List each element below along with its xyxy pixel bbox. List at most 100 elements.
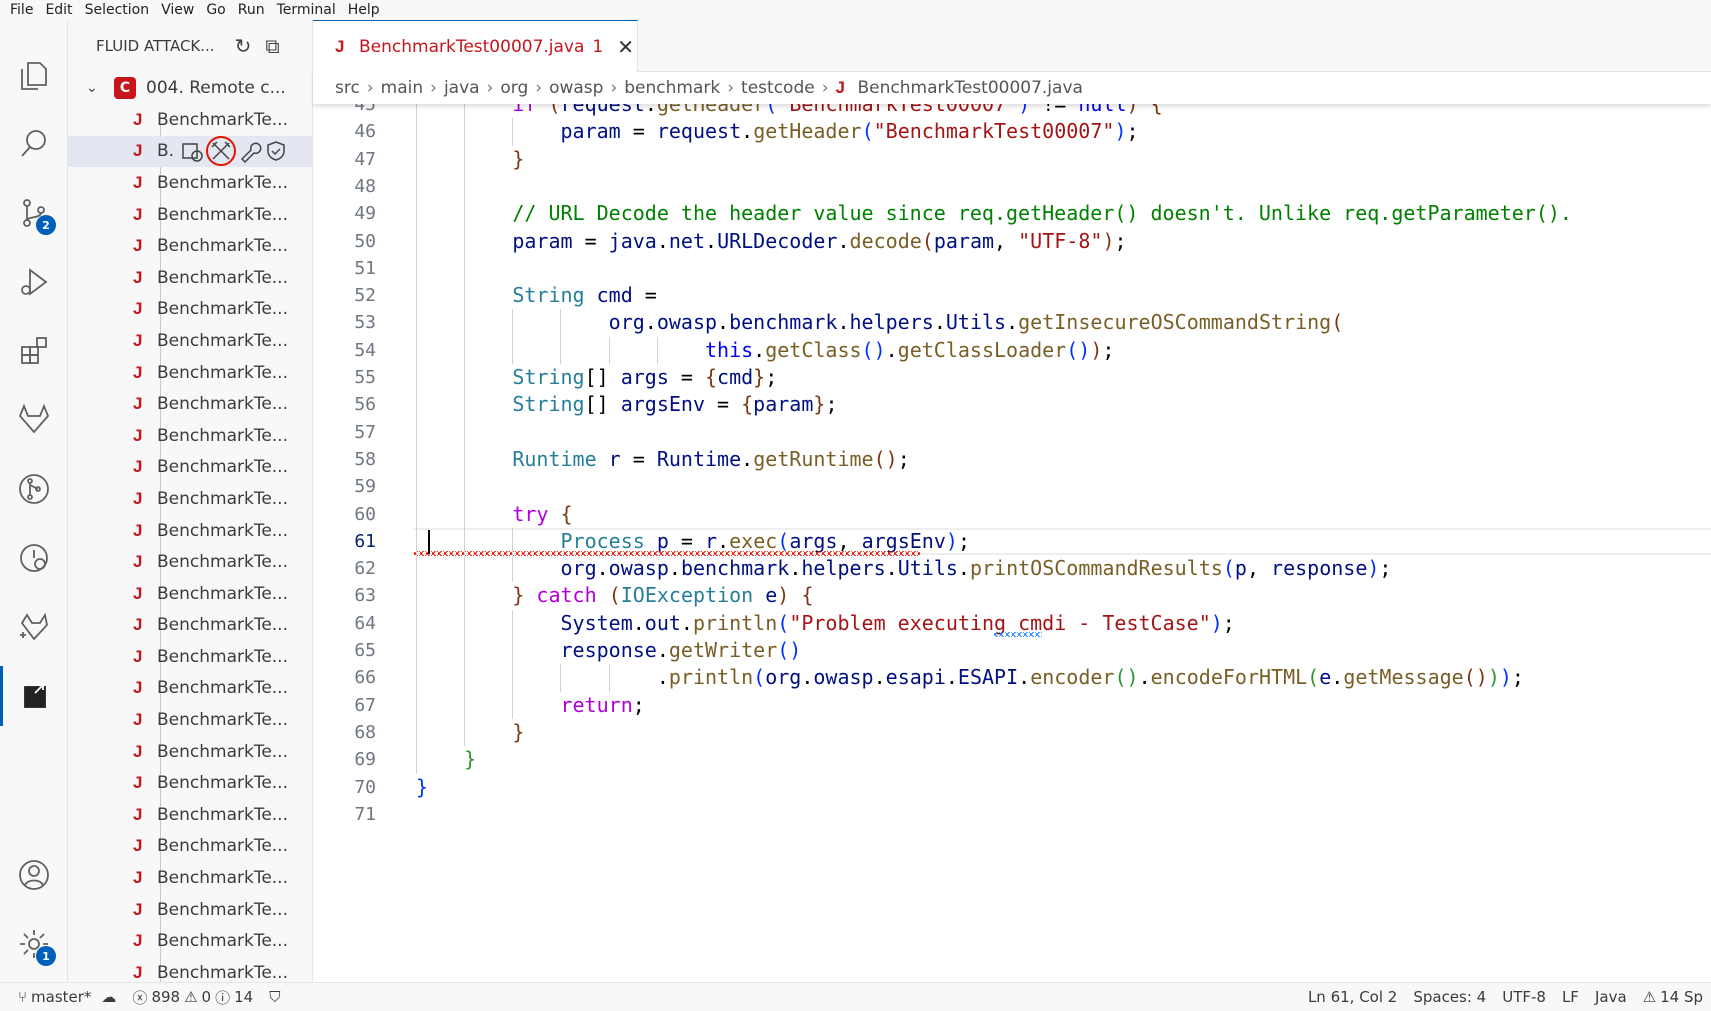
menu-help[interactable]: Help: [342, 0, 386, 20]
breadcrumb-item[interactable]: BenchmarkTest00007.java: [858, 78, 1083, 98]
code-line[interactable]: }: [416, 719, 524, 746]
menu-file[interactable]: File: [4, 0, 39, 20]
menu-view[interactable]: View: [155, 0, 200, 20]
code-line[interactable]: return;: [416, 692, 645, 719]
code-line[interactable]: if (request.getHeader("BenchmarkTest0000…: [416, 104, 1162, 118]
file-item[interactable]: J BenchmarkTe...: [68, 167, 312, 199]
code-line[interactable]: org.owasp.benchmark.helpers.Utils.getIns…: [416, 309, 1344, 336]
file-item[interactable]: J B.: [68, 135, 312, 168]
activity-settings[interactable]: 1: [0, 914, 68, 974]
code-line[interactable]: String[] argsEnv = {param};: [416, 391, 837, 418]
file-item[interactable]: J BenchmarkTe...: [68, 831, 312, 863]
collapse-all-icon[interactable]: ⧉: [265, 34, 279, 58]
code-line[interactable]: }: [416, 746, 476, 773]
file-item[interactable]: J BenchmarkTe...: [68, 452, 312, 484]
code-token: r: [608, 446, 621, 471]
code-line[interactable]: String[] args = {cmd};: [416, 364, 777, 391]
file-item[interactable]: J BenchmarkTe...: [68, 325, 312, 357]
cursor-position[interactable]: Ln 61, Col 2: [1300, 988, 1405, 1006]
language-mode[interactable]: Java: [1587, 988, 1635, 1006]
file-item[interactable]: J BenchmarkTe...: [68, 799, 312, 831]
activity-gitlab[interactable]: [0, 390, 68, 450]
breadcrumb-item[interactable]: java: [444, 78, 480, 98]
breadcrumb-item[interactable]: main: [381, 78, 423, 98]
file-item[interactable]: J BenchmarkTe...: [68, 262, 312, 294]
close-icon[interactable]: ✕: [617, 35, 634, 59]
chevron-down-icon[interactable]: ⌄: [86, 80, 106, 96]
file-item[interactable]: J BenchmarkTe...: [68, 483, 312, 515]
sync-icon[interactable]: ☁: [101, 988, 116, 1006]
file-item[interactable]: J BenchmarkTe...: [68, 641, 312, 673]
activity-retrieves[interactable]: [0, 666, 68, 726]
file-item[interactable]: J BenchmarkTe...: [68, 578, 312, 610]
fluid-attacks-status-icon[interactable]: ⛉: [261, 988, 288, 1006]
file-item[interactable]: J BenchmarkTe...: [68, 925, 312, 957]
wrench-icon[interactable]: [238, 139, 262, 164]
code-line[interactable]: param = request.getHeader("BenchmarkTest…: [416, 118, 1139, 145]
file-item[interactable]: J BenchmarkTe...: [68, 894, 312, 926]
breadcrumb-item[interactable]: org: [500, 78, 528, 98]
indentation[interactable]: Spaces: 4: [1405, 988, 1494, 1006]
code-line[interactable]: Runtime r = Runtime.getRuntime();: [416, 446, 909, 473]
breadcrumb-item[interactable]: testcode: [741, 78, 815, 98]
shield-check-icon[interactable]: [264, 139, 288, 163]
line-number: 57: [354, 421, 376, 443]
code-editor[interactable]: 45 if (request.getHeader("BenchmarkTest0…: [313, 104, 1711, 982]
menu-terminal[interactable]: Terminal: [271, 0, 342, 20]
menu-edit[interactable]: Edit: [39, 0, 78, 20]
code-line[interactable]: response.getWriter(): [416, 637, 802, 664]
file-item[interactable]: J BenchmarkTe...: [68, 199, 312, 231]
file-item[interactable]: J BenchmarkTe...: [68, 357, 312, 389]
file-item[interactable]: J BenchmarkTe...: [68, 957, 312, 982]
file-item[interactable]: J BenchmarkTe...: [68, 736, 312, 768]
branch-indicator[interactable]: ⑂ master* ☁: [0, 988, 124, 1006]
activity-git-graph[interactable]: [0, 459, 68, 519]
code-line[interactable]: org.owasp.benchmark.helpers.Utils.printO…: [416, 555, 1392, 582]
tools-button[interactable]: [206, 136, 237, 167]
end-of-line[interactable]: LF: [1554, 988, 1587, 1006]
file-item[interactable]: J BenchmarkTe...: [68, 610, 312, 642]
problems-indicator[interactable]: ⓧ 898 ⚠ 0 ⓘ 14: [124, 987, 261, 1008]
activity-source-control[interactable]: 2: [0, 183, 68, 243]
breadcrumb-item[interactable]: benchmark: [624, 78, 720, 98]
tree-root-item[interactable]: ⌄ C 004. Remote c...: [68, 72, 312, 104]
file-item[interactable]: J BenchmarkTe...: [68, 673, 312, 705]
code-line[interactable]: }: [416, 774, 428, 801]
breadcrumb-item[interactable]: src: [335, 78, 360, 98]
activity-explorer[interactable]: [0, 45, 68, 105]
code-line[interactable]: String cmd =: [416, 282, 657, 309]
activity-run-debug[interactable]: [0, 252, 68, 312]
code-line[interactable]: param = java.net.URLDecoder.decode(param…: [416, 228, 1126, 255]
file-item[interactable]: J BenchmarkTe...: [68, 767, 312, 799]
file-item[interactable]: J BenchmarkTe...: [68, 104, 312, 136]
code-line[interactable]: this.getClass().getClassLoader());: [416, 337, 1114, 364]
activity-search[interactable]: [0, 114, 68, 174]
file-item[interactable]: J BenchmarkTe...: [68, 515, 312, 547]
code-line[interactable]: System.out.println("Problem executing cm…: [416, 610, 1235, 637]
activity-timeline[interactable]: [0, 528, 68, 588]
encoding[interactable]: UTF-8: [1494, 988, 1554, 1006]
menu-selection[interactable]: Selection: [79, 0, 156, 20]
refresh-icon[interactable]: ↻: [235, 34, 252, 58]
menu-run[interactable]: Run: [232, 0, 271, 20]
code-line[interactable]: } catch (IOException e) {: [416, 582, 813, 609]
extra-status[interactable]: ⚠ 14 Sp: [1635, 988, 1711, 1006]
file-item[interactable]: J BenchmarkTe...: [68, 862, 312, 894]
breadcrumb-item[interactable]: owasp: [549, 78, 603, 98]
code-line[interactable]: // URL Decode the header value since req…: [416, 200, 1572, 227]
file-item[interactable]: J BenchmarkTe...: [68, 388, 312, 420]
activity-extensions[interactable]: [0, 321, 68, 381]
code-line[interactable]: try {: [416, 501, 572, 528]
code-line[interactable]: }: [416, 146, 524, 173]
file-item[interactable]: J BenchmarkTe...: [68, 230, 312, 262]
file-item[interactable]: J BenchmarkTe...: [68, 294, 312, 326]
file-item[interactable]: J BenchmarkTe...: [68, 704, 312, 736]
calendar-clock-icon[interactable]: [180, 139, 204, 163]
code-line[interactable]: .println(org.owasp.esapi.ESAPI.encoder()…: [416, 664, 1524, 691]
activity-account[interactable]: [0, 845, 68, 905]
tab-benchmark-test[interactable]: J BenchmarkTest00007.java 1 ✕: [313, 20, 638, 72]
file-item[interactable]: J BenchmarkTe...: [68, 546, 312, 578]
file-item[interactable]: J BenchmarkTe...: [68, 420, 312, 452]
menu-go[interactable]: Go: [200, 0, 231, 20]
activity-fluid-attacks[interactable]: [0, 597, 68, 657]
